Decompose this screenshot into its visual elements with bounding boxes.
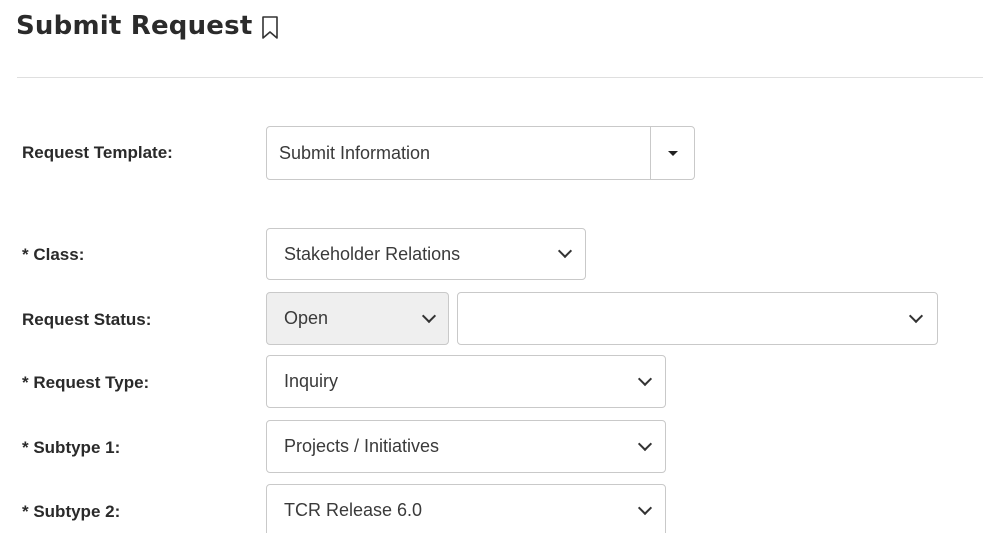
subtype-1-select[interactable]: Projects / Initiatives bbox=[266, 420, 666, 473]
chevron-down-icon bbox=[908, 308, 924, 323]
header-divider bbox=[17, 77, 983, 78]
page-header: Submit Request bbox=[16, 11, 280, 41]
chevron-down-icon bbox=[637, 500, 653, 515]
subtype-1-value: Projects / Initiatives bbox=[284, 436, 440, 456]
request-status-select[interactable]: Open bbox=[266, 292, 449, 345]
page-title: Submit Request bbox=[16, 11, 253, 41]
class-select[interactable]: Stakeholder Relations bbox=[266, 228, 586, 280]
chevron-down-icon bbox=[637, 436, 653, 451]
chevron-down-icon bbox=[637, 371, 653, 386]
request-template-label: Request Template: bbox=[22, 143, 173, 162]
request-template-dropdown-button[interactable] bbox=[650, 127, 694, 179]
subtype-2-label: * Subtype 2: bbox=[22, 502, 121, 521]
bookmark-icon[interactable] bbox=[260, 15, 280, 41]
request-type-value: Inquiry bbox=[284, 371, 339, 391]
request-template-combobox[interactable]: Submit Information bbox=[266, 126, 695, 180]
class-value: Stakeholder Relations bbox=[284, 243, 461, 264]
chevron-down-icon bbox=[557, 243, 573, 259]
class-label: * Class: bbox=[22, 245, 85, 264]
caret-down-icon bbox=[667, 150, 678, 156]
request-status-label: Request Status: bbox=[22, 310, 152, 329]
subtype-1-label: * Subtype 1: bbox=[22, 438, 121, 457]
request-template-input[interactable]: Submit Information bbox=[267, 127, 650, 179]
subtype-2-value: TCR Release 6.0 bbox=[284, 500, 423, 520]
chevron-down-icon bbox=[421, 308, 437, 323]
subtype-2-select[interactable]: TCR Release 6.0 bbox=[266, 484, 666, 533]
request-type-label: * Request Type: bbox=[22, 373, 150, 392]
request-status-value: Open bbox=[284, 308, 329, 328]
request-status-secondary-select[interactable] bbox=[457, 292, 938, 345]
request-type-select[interactable]: Inquiry bbox=[266, 355, 666, 408]
